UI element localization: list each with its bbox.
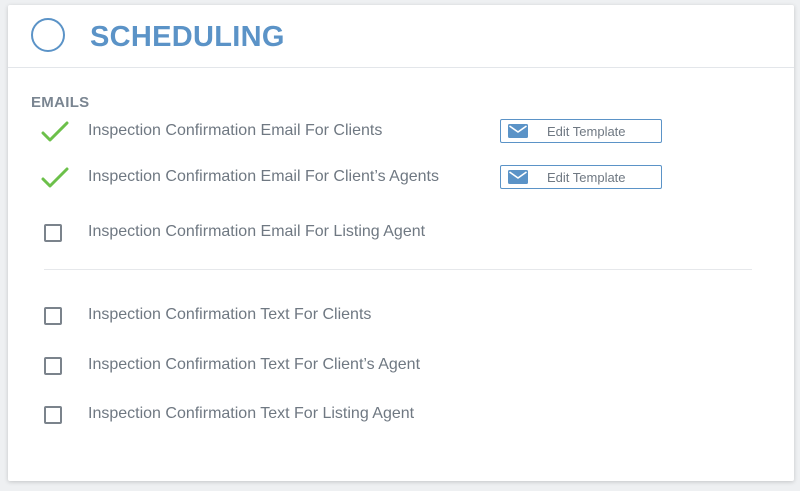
section-divider (44, 269, 752, 270)
emails-section-label: EMAILS (31, 94, 90, 111)
email-clients-agents-label: Inspection Confirmation Email For Client… (88, 168, 439, 185)
edit-template-button[interactable]: Edit Template (500, 119, 662, 143)
text-option-row: Inspection Confirmation Text For Clients (40, 303, 720, 329)
text-option-row: Inspection Confirmation Text For Listing… (40, 402, 720, 428)
envelope-icon (508, 170, 528, 184)
email-clients-agents-toggle[interactable] (40, 165, 70, 191)
email-listing-agent-checkbox[interactable] (40, 220, 70, 246)
card-header: SCHEDULING (8, 5, 794, 68)
checkbox-icon (44, 307, 62, 325)
checkmark-icon (41, 121, 69, 142)
email-clients-toggle[interactable] (40, 119, 70, 145)
scheduling-card: SCHEDULING EMAILS Inspection Confirmatio… (8, 5, 794, 481)
section-toggle-circle[interactable] (31, 18, 65, 52)
checkbox-icon (44, 357, 62, 375)
edit-template-label: Edit Template (547, 124, 626, 139)
email-option-row: Inspection Confirmation Email For Listin… (40, 220, 720, 246)
email-option-row: Inspection Confirmation Email For Client… (40, 165, 720, 191)
checkbox-icon (44, 406, 62, 424)
checkbox-icon (44, 224, 62, 242)
email-clients-label: Inspection Confirmation Email For Client… (88, 122, 383, 139)
email-listing-agent-label: Inspection Confirmation Email For Listin… (88, 223, 426, 240)
text-listing-agent-checkbox[interactable] (40, 402, 70, 428)
text-option-row: Inspection Confirmation Text For Client’… (40, 353, 720, 379)
text-clients-agent-label: Inspection Confirmation Text For Client’… (88, 356, 421, 373)
email-option-row: Inspection Confirmation Email For Client… (40, 119, 720, 145)
checkmark-icon (41, 167, 69, 188)
text-listing-agent-label: Inspection Confirmation Text For Listing… (88, 405, 415, 422)
text-clients-label: Inspection Confirmation Text For Clients (88, 306, 372, 323)
text-clients-agent-checkbox[interactable] (40, 353, 70, 379)
envelope-icon (508, 124, 528, 138)
page-title: SCHEDULING (90, 21, 285, 53)
text-clients-checkbox[interactable] (40, 303, 70, 329)
edit-template-button[interactable]: Edit Template (500, 165, 662, 189)
edit-template-label: Edit Template (547, 170, 626, 185)
